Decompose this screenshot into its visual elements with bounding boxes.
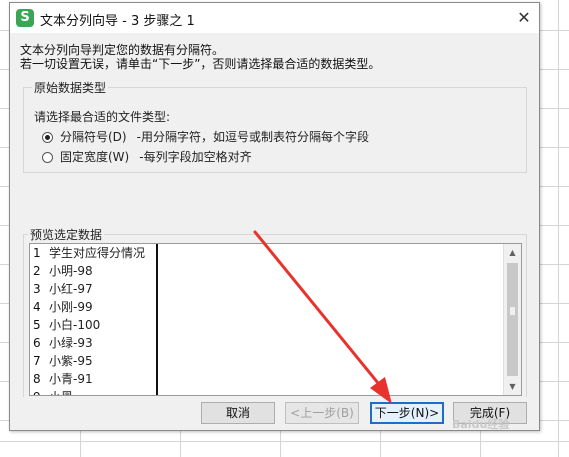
file-type-prompt: 请选择最合适的文件类型: — [34, 110, 171, 124]
close-icon[interactable]: ✕ — [513, 7, 535, 29]
radio-description: -每列字段加空格对齐 — [139, 150, 252, 164]
radio-delimited[interactable]: 分隔符号(D) -用分隔字符，如逗号或制表符分隔每个字段 — [42, 128, 369, 145]
original-data-type-group: 原始数据类型 请选择最合适的文件类型: 分隔符号(D) -用分隔字符，如逗号或制表… — [23, 79, 527, 173]
vertical-scrollbar[interactable]: ▲ ▼ — [503, 244, 521, 395]
list-item: 1 学生对应得分情况 — [33, 246, 146, 260]
column-separator[interactable] — [156, 244, 158, 395]
wps-app-icon: S — [16, 9, 34, 27]
list-item: 2 小明-98 — [33, 264, 93, 278]
preview-legend: 预览选定数据 — [28, 226, 105, 243]
radio-button[interactable] — [42, 152, 53, 163]
scroll-up-icon[interactable]: ▲ — [504, 244, 521, 261]
list-item: 7 小紫-95 — [33, 354, 93, 368]
next-button[interactable]: 下一步(N)> — [370, 402, 444, 424]
dialog-titlebar: S 文本分列向导 - 3 步骤之 1 ✕ — [10, 3, 539, 33]
list-item: 8 小青-91 — [33, 372, 93, 386]
group-legend: 原始数据类型 — [32, 79, 109, 96]
list-item: 9小黑 — [30, 388, 158, 395]
watermark: Baidu经验 — [452, 418, 510, 431]
preview-data-box[interactable]: 1 学生对应得分情况 2 小明-98 3 小红-97 4 小刚-99 5 小白-100 6… — [29, 243, 522, 396]
scroll-track[interactable] — [507, 263, 518, 376]
list-item: 5 小白-100 — [33, 318, 101, 332]
radio-label: 固定宽度(W) — [60, 150, 130, 164]
scroll-down-icon[interactable]: ▼ — [504, 378, 521, 395]
text-to-columns-dialog: S 文本分列向导 - 3 步骤之 1 ✕ 文本分列向导判定您的数据有分隔符。 若… — [9, 2, 540, 431]
preview-list: 1 学生对应得分情况 2 小明-98 3 小红-97 4 小刚-99 5 小白-100 6… — [30, 244, 158, 395]
radio-description: -用分隔字符，如逗号或制表符分隔每个字段 — [136, 130, 369, 144]
radio-fixed-width[interactable]: 固定宽度(W) -每列字段加空格对齐 — [42, 148, 252, 165]
radio-label: 分隔符号(D) — [60, 130, 127, 144]
description-line-2: 若一切设置无误，请单击“下一步”，否则请选择最合适的数据类型。 — [20, 57, 381, 71]
scroll-thumb[interactable] — [510, 307, 515, 315]
list-item: 4 小刚-99 — [33, 300, 93, 314]
list-item: 3 小红-97 — [33, 282, 93, 296]
list-item: 6 小绿-93 — [33, 336, 93, 350]
preview-group: 预览选定数据 1 学生对应得分情况 2 小明-98 3 小红-97 4 小刚-99 5小… — [23, 226, 527, 397]
cancel-button[interactable]: 取消 — [201, 402, 275, 424]
radio-button-checked[interactable] — [42, 132, 53, 143]
back-button[interactable]: <上一步(B) — [285, 402, 359, 424]
dialog-title: 文本分列向导 - 3 步骤之 1 — [40, 14, 195, 29]
